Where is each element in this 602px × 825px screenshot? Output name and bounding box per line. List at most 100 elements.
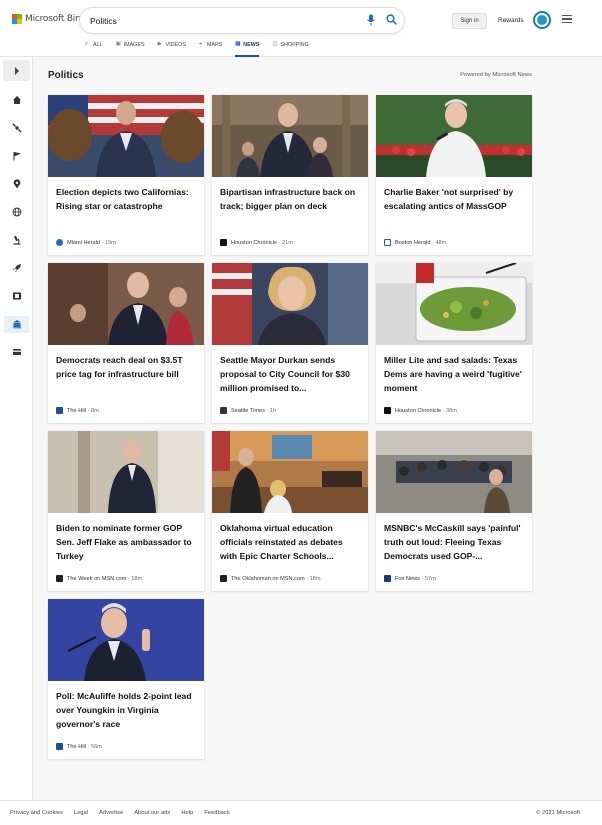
publish-time: 57m bbox=[424, 575, 436, 582]
microscope-icon[interactable] bbox=[10, 233, 23, 246]
footer-link-legal[interactable]: Legal bbox=[74, 810, 88, 816]
news-card[interactable]: Miller Lite and sad salads: Texas Dems a… bbox=[376, 263, 532, 423]
news-thumbnail[interactable] bbox=[48, 263, 204, 345]
news-card[interactable]: Election depicts two Californias: Rising… bbox=[48, 95, 204, 255]
tab-maps[interactable]: ⌖ MAPS bbox=[199, 41, 222, 57]
hamburger-menu-icon[interactable] bbox=[562, 15, 572, 23]
source-logo-icon bbox=[56, 743, 63, 750]
news-card[interactable]: Oklahoma virtual education officials rei… bbox=[212, 431, 368, 591]
government-icon[interactable] bbox=[10, 317, 23, 330]
footer-link-advertise[interactable]: Advertise bbox=[99, 810, 123, 816]
news-thumbnail[interactable] bbox=[212, 431, 368, 513]
rocket-icon[interactable] bbox=[10, 261, 23, 274]
news-headline[interactable]: Poll: McAuliffe holds 2-point lead over … bbox=[56, 689, 198, 731]
news-thumbnail[interactable] bbox=[48, 431, 204, 513]
news-card[interactable]: Poll: McAuliffe holds 2-point lead over … bbox=[48, 599, 204, 759]
news-thumbnail[interactable] bbox=[212, 95, 368, 177]
credit-card-icon[interactable] bbox=[10, 345, 23, 358]
news-source[interactable]: Seattle Times · 1h bbox=[220, 407, 276, 414]
source-name: Seattle Times bbox=[231, 407, 265, 414]
news-thumbnail[interactable] bbox=[376, 95, 532, 177]
powered-by-label[interactable]: Powered by Microsoft News bbox=[460, 72, 532, 78]
flag-icon[interactable] bbox=[10, 149, 23, 162]
microsoft-logo-icon bbox=[12, 14, 22, 24]
news-headline[interactable]: Charlie Baker 'not surprised' by escalat… bbox=[384, 185, 526, 213]
news-source[interactable]: The Week on MSN.com · 18m bbox=[56, 575, 142, 582]
bing-logo[interactable]: Microsoft Bing bbox=[12, 14, 86, 24]
section-title: Politics bbox=[48, 70, 84, 81]
tab-news[interactable]: ▤ NEWS bbox=[235, 41, 260, 57]
source-name: The Hill bbox=[67, 407, 86, 414]
source-logo-icon bbox=[384, 407, 391, 414]
shopping-bag-icon: ◫ bbox=[272, 41, 278, 47]
news-card[interactable]: Charlie Baker 'not surprised' by escalat… bbox=[376, 95, 532, 255]
globe-icon[interactable] bbox=[10, 205, 23, 218]
news-card[interactable]: Democrats reach deal on $3.5T price tag … bbox=[48, 263, 204, 423]
news-headline[interactable]: MSNBC's McCaskill says 'painful' truth o… bbox=[384, 521, 526, 563]
category-sidebar bbox=[0, 57, 33, 800]
news-thumbnail[interactable] bbox=[48, 599, 204, 681]
news-source[interactable]: The Hill · 56m bbox=[56, 743, 102, 750]
footer-link-about-ads[interactable]: About our ads bbox=[134, 810, 170, 816]
news-source[interactable]: The Hill · 8m bbox=[56, 407, 99, 414]
copyright-text: © 2021 Microsoft bbox=[536, 810, 580, 816]
tab-all[interactable]: ⌕ ALL bbox=[85, 41, 103, 57]
satellite-icon[interactable] bbox=[10, 121, 23, 134]
publish-time: 38m bbox=[446, 407, 457, 414]
news-card[interactable]: Bipartisan infrastructure back on track;… bbox=[212, 95, 368, 255]
home-icon[interactable] bbox=[10, 93, 23, 106]
tab-shopping[interactable]: ◫ SHOPPING bbox=[272, 41, 308, 57]
news-source[interactable]: Miami Herald · 19m bbox=[56, 239, 116, 246]
news-thumbnail[interactable] bbox=[376, 263, 532, 345]
news-source[interactable]: Houston Chronicle · 38m bbox=[384, 407, 457, 414]
news-thumbnail[interactable] bbox=[212, 263, 368, 345]
source-name: Houston Chronicle bbox=[231, 239, 278, 246]
footer-link-feedback[interactable]: Feedback bbox=[204, 810, 229, 816]
search-box[interactable] bbox=[80, 8, 404, 33]
source-name: Fox News bbox=[395, 575, 420, 582]
footer-link-privacy[interactable]: Privacy and Cookies bbox=[10, 810, 63, 816]
publish-time: 48m bbox=[435, 239, 447, 246]
news-source[interactable]: Boston Herald · 48m bbox=[384, 239, 446, 246]
map-pin-icon: ⌖ bbox=[198, 41, 203, 47]
news-headline[interactable]: Oklahoma virtual education officials rei… bbox=[220, 521, 362, 563]
film-icon[interactable] bbox=[10, 289, 23, 302]
rewards-medal-icon[interactable] bbox=[533, 11, 551, 29]
publish-time: 19m bbox=[104, 239, 116, 246]
footer-links: Privacy and Cookies Legal Advertise Abou… bbox=[10, 810, 241, 816]
publish-time: 18m bbox=[131, 575, 143, 582]
news-headline[interactable]: Biden to nominate former GOP Sen. Jeff F… bbox=[56, 521, 198, 563]
news-source[interactable]: The Oklahoman on MSN.com · 18m bbox=[220, 575, 321, 582]
news-source[interactable]: Fox News · 57m bbox=[384, 575, 436, 582]
news-headline[interactable]: Miller Lite and sad salads: Texas Dems a… bbox=[384, 353, 526, 395]
top-header: Microsoft Bing Sign in Rewards ⌕ALL ▣IMA… bbox=[0, 0, 602, 57]
news-headline[interactable]: Seattle Mayor Durkan sends proposal to C… bbox=[220, 353, 362, 395]
news-headline[interactable]: Democrats reach deal on $3.5T price tag … bbox=[56, 353, 198, 381]
search-icon[interactable] bbox=[386, 14, 397, 25]
source-logo-icon bbox=[56, 575, 63, 582]
news-card[interactable]: Biden to nominate former GOP Sen. Jeff F… bbox=[48, 431, 204, 591]
source-logo-icon bbox=[220, 239, 227, 246]
news-headline[interactable]: Bipartisan infrastructure back on track;… bbox=[220, 185, 362, 213]
publish-time: 21m bbox=[282, 239, 293, 246]
source-logo-icon bbox=[384, 575, 391, 582]
search-input[interactable] bbox=[90, 13, 350, 28]
footer-link-help[interactable]: Help bbox=[181, 810, 193, 816]
location-icon[interactable] bbox=[10, 177, 23, 190]
sidebar-expand-button[interactable] bbox=[3, 60, 30, 81]
source-name: Houston Chronicle bbox=[395, 407, 442, 414]
source-name: Miami Herald bbox=[67, 239, 100, 246]
tab-images[interactable]: ▣ IMAGES bbox=[116, 41, 145, 57]
sign-in-button[interactable]: Sign in bbox=[452, 13, 487, 29]
source-logo-icon bbox=[220, 407, 227, 414]
news-thumbnail[interactable] bbox=[376, 431, 532, 513]
news-source[interactable]: Houston Chronicle · 21m bbox=[220, 239, 293, 246]
rewards-link[interactable]: Rewards bbox=[498, 17, 524, 24]
tab-videos[interactable]: ▶ VIDEOS bbox=[158, 41, 186, 57]
news-thumbnail[interactable] bbox=[48, 95, 204, 177]
microphone-icon[interactable] bbox=[366, 14, 376, 26]
news-card[interactable]: MSNBC's McCaskill says 'painful' truth o… bbox=[376, 431, 532, 591]
news-card[interactable]: Seattle Mayor Durkan sends proposal to C… bbox=[212, 263, 368, 423]
news-headline[interactable]: Election depicts two Californias: Rising… bbox=[56, 185, 198, 213]
source-name: Boston Herald bbox=[395, 239, 431, 246]
